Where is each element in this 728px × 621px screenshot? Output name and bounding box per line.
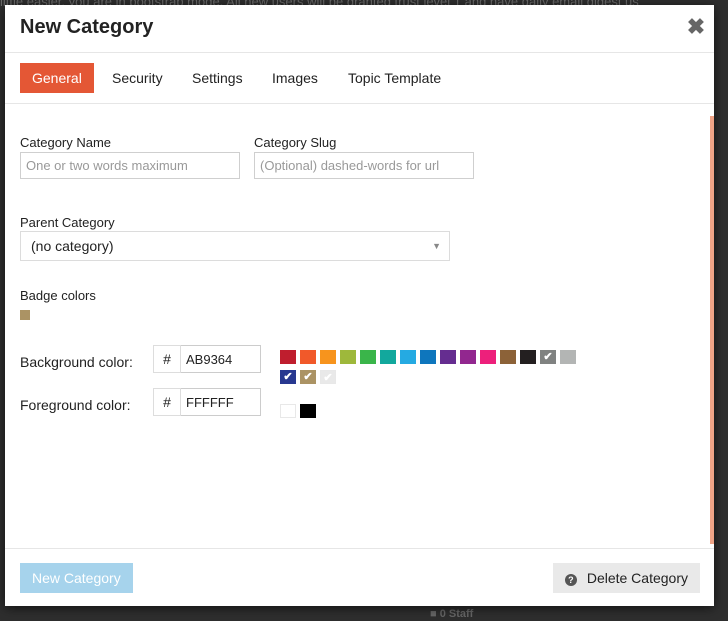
modal-footer: New Category ? Delete Category [5,548,714,606]
tab-settings[interactable]: Settings [180,63,255,93]
background-color-swatch[interactable] [440,350,456,364]
foreground-color-input[interactable] [181,388,261,416]
background-color-swatch[interactable] [420,350,436,364]
modal-title: New Category [20,16,154,38]
question-circle-icon: ? [564,574,577,586]
close-icon[interactable]: ✖ [686,15,706,39]
background-color-swatch[interactable] [480,350,496,364]
new-category-modal: New Category ✖ General Security Settings… [5,5,714,606]
chevron-down-icon: ▼ [432,241,441,251]
background-color-label: Background color: [20,354,133,370]
foreground-color-swatch[interactable] [300,404,316,418]
background-color-swatch[interactable]: ✔ [320,370,336,384]
background-color-swatch[interactable] [360,350,376,364]
new-category-button[interactable]: New Category [20,563,133,593]
background-color-swatch[interactable] [380,350,396,364]
background-color-swatch[interactable]: ✔ [540,350,556,364]
background-color-swatch[interactable] [500,350,516,364]
category-name-label: Category Name [20,135,112,150]
tab-security[interactable]: Security [100,63,175,93]
parent-category-select[interactable]: (no category) ▼ [20,231,450,261]
background-color-swatch[interactable] [320,350,336,364]
category-slug-label: Category Slug [254,135,337,150]
background-color-swatch[interactable] [300,350,316,364]
modal-header: New Category ✖ [5,5,714,53]
tab-images[interactable]: Images [260,63,330,93]
background-color-swatch[interactable] [280,350,296,364]
badge-color-preview [20,310,30,320]
background-color-swatch[interactable] [560,350,576,364]
background-color-swatch[interactable] [520,350,536,364]
delete-category-label: Delete Category [586,570,688,586]
tab-topic-template[interactable]: Topic Template [336,63,453,93]
delete-category-button[interactable]: ? Delete Category [552,563,700,593]
background-color-swatch[interactable]: ✔ [300,370,316,384]
background-color-input[interactable] [181,345,261,373]
badge-colors-label: Badge colors [20,288,96,303]
category-name-input[interactable] [20,152,240,179]
background-color-swatch[interactable] [460,350,476,364]
parent-category-label: Parent Category [20,215,115,230]
category-slug-input[interactable] [254,152,474,179]
category-tabs: General Security Settings Images Topic T… [5,53,714,104]
tab-general[interactable]: General [20,63,94,93]
modal-body: Category Name Category Slug Parent Categ… [5,104,714,548]
background-hash-prefix: # [153,345,181,373]
background-staff-text: ■ 0 Staff [430,608,474,620]
background-color-swatch[interactable] [340,350,356,364]
foreground-color-swatch[interactable] [280,404,296,418]
foreground-hash-prefix: # [153,388,181,416]
parent-category-value: (no category) [31,238,114,254]
background-color-swatch[interactable]: ✔ [280,370,296,384]
scrollbar-thumb[interactable] [710,116,714,544]
foreground-color-label: Foreground color: [20,397,131,413]
background-color-swatch[interactable] [400,350,416,364]
